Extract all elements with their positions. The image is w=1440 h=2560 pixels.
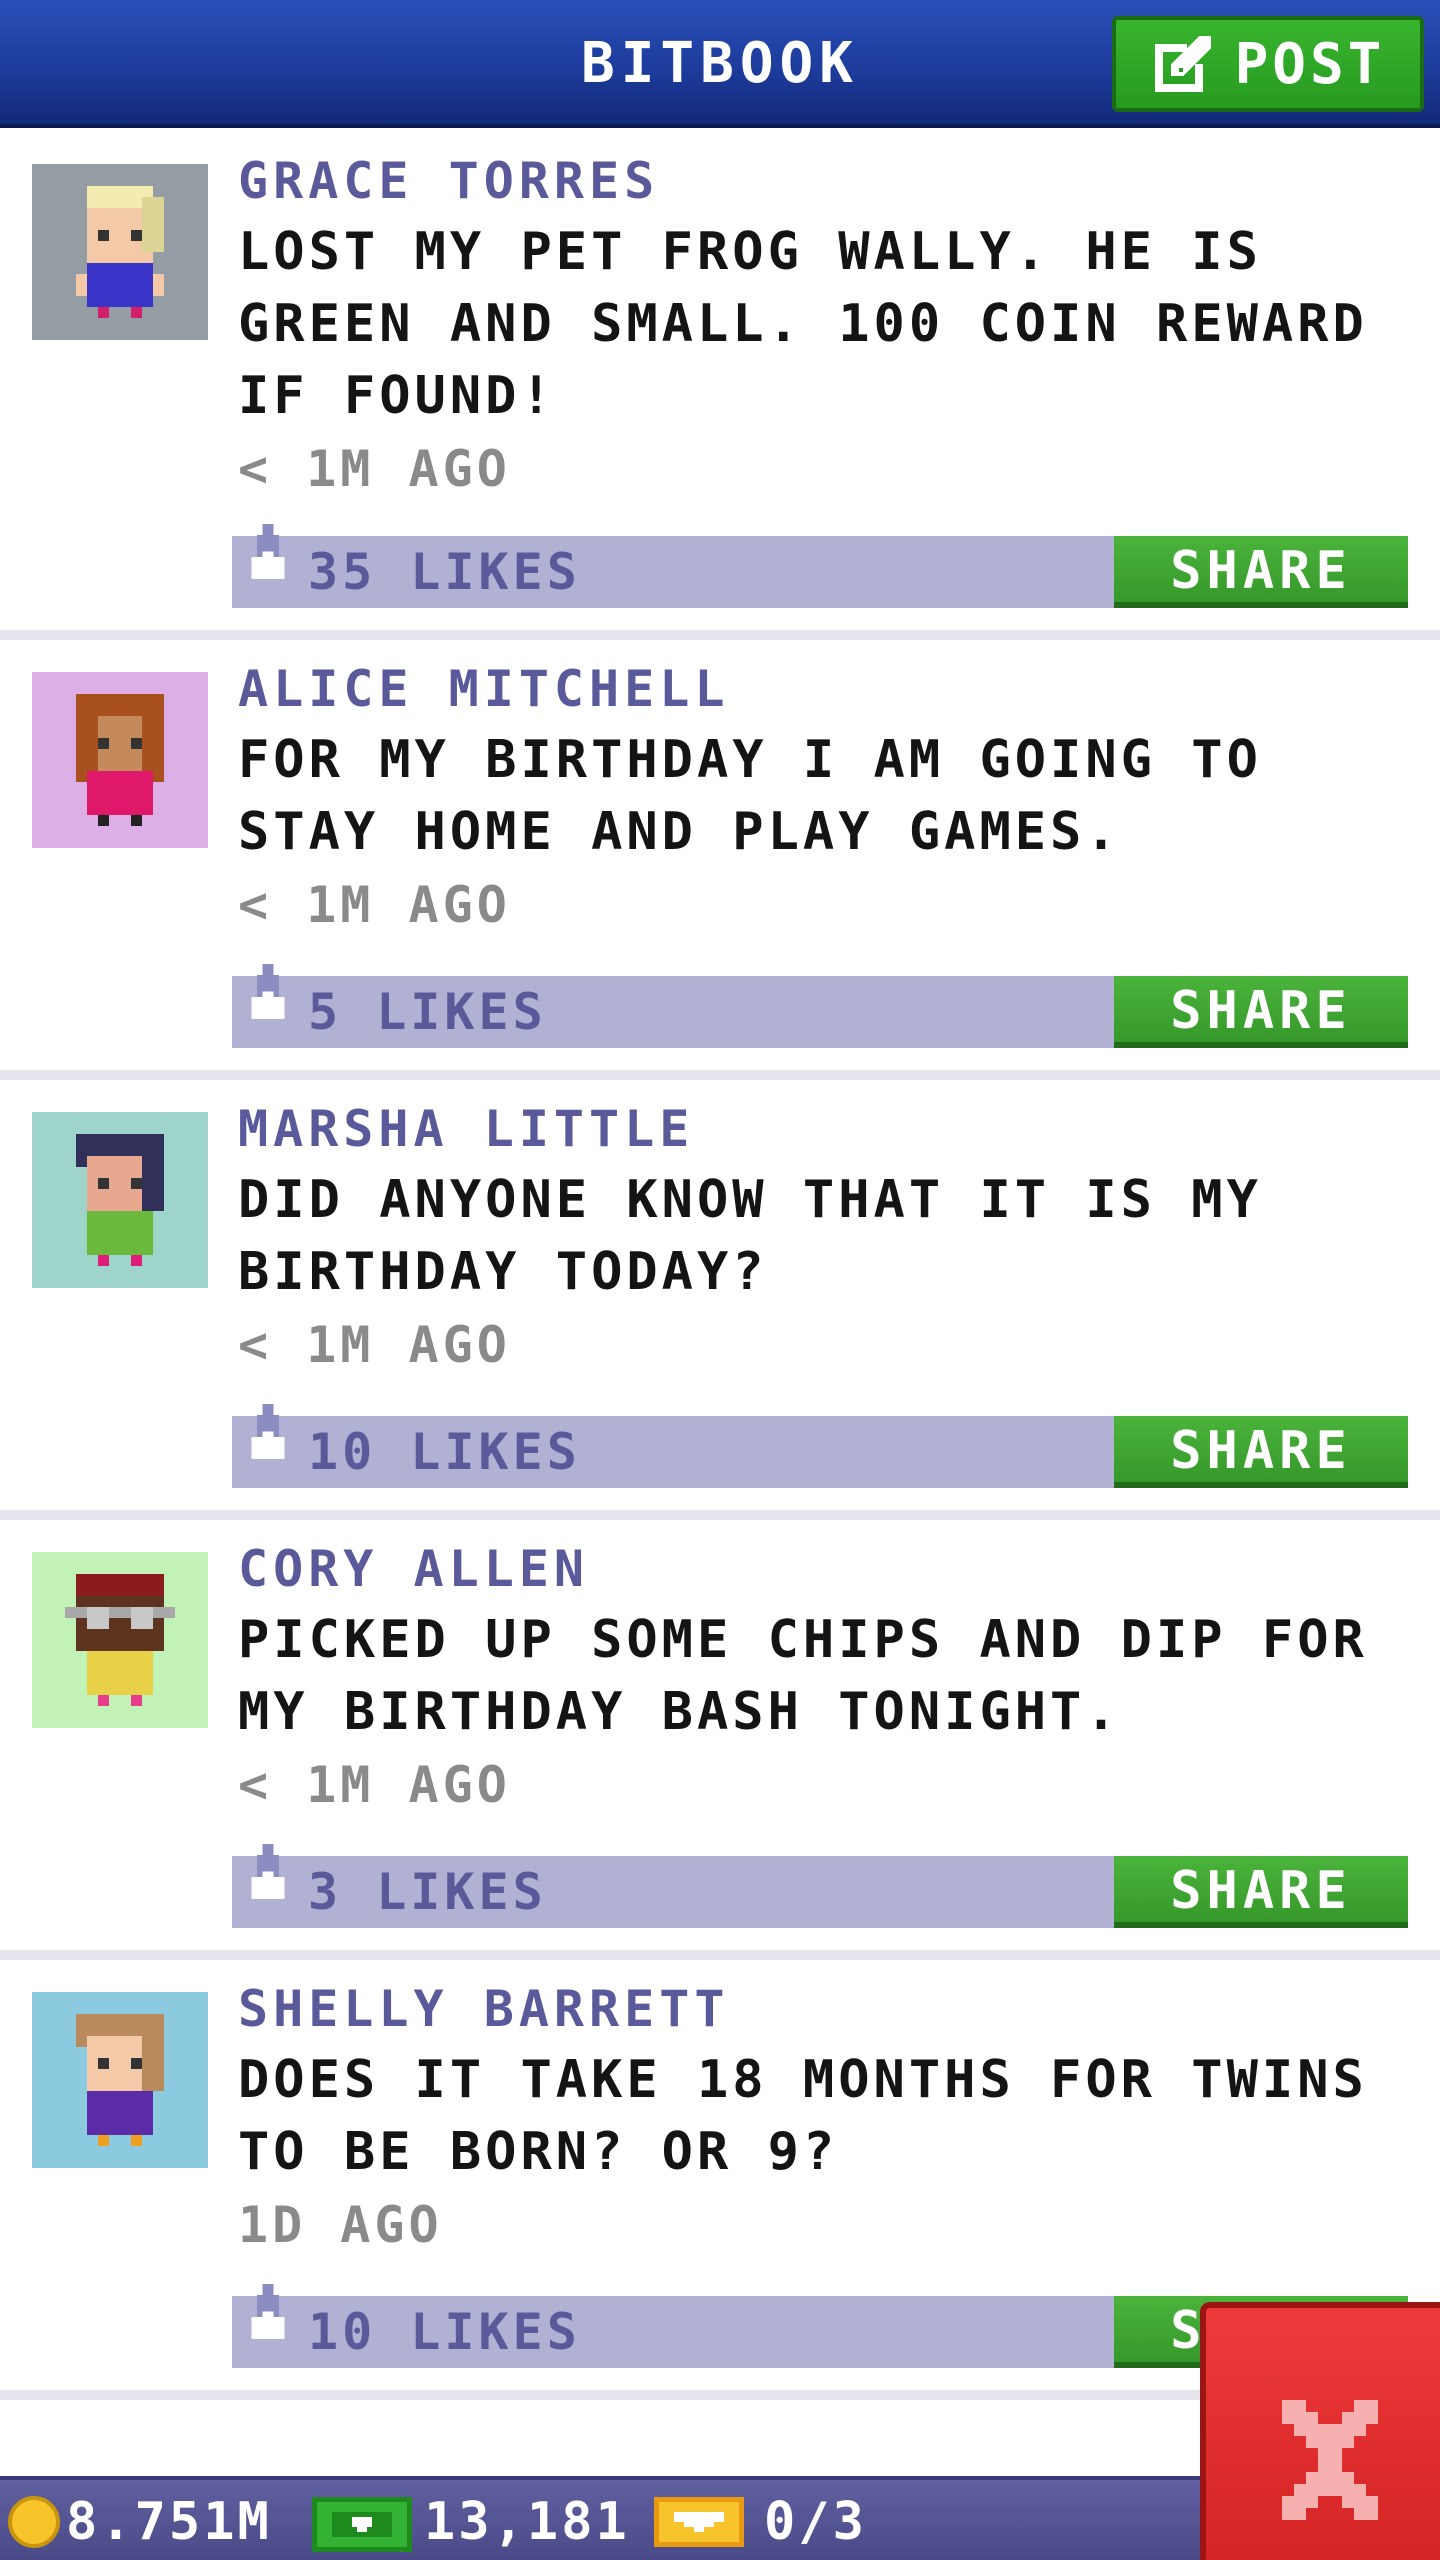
tickets-value: 0/3	[764, 2492, 867, 2552]
share-button[interactable]: SHARE	[1114, 536, 1408, 608]
post-button-label: POST	[1234, 31, 1386, 97]
like-count: 10 LIKES	[308, 2303, 581, 2361]
post-message: DID ANYONE KNOW THAT IT IS MY BIRTHDAY T…	[238, 1170, 1262, 1302]
avatar	[32, 164, 208, 340]
close-icon	[1282, 2400, 1378, 2520]
close-button[interactable]	[1200, 2302, 1440, 2560]
post-message: PICKED UP SOME CHIPS AND DIP FOR MY BIRT…	[238, 1610, 1368, 1742]
feed-post: MARSHA LITTLE DID ANYONE KNOW THAT IT IS…	[0, 1080, 1440, 1520]
post-action-bar: 10 LIKES SHARE	[232, 1404, 1408, 1488]
like-count: 35 LIKES	[308, 543, 581, 601]
ticket-icon	[654, 2497, 744, 2547]
post-button[interactable]: POST	[1112, 16, 1424, 112]
tickets-stat[interactable]: 0/3	[654, 2480, 867, 2560]
post-timestamp: < 1M AGO	[238, 440, 511, 498]
coins-stat: 8.751M	[8, 2480, 272, 2560]
like-icon[interactable]	[246, 1402, 290, 1472]
app-header: BITBOOK POST	[0, 0, 1440, 128]
post-action-bar: 35 LIKES SHARE	[232, 524, 1408, 608]
like-icon[interactable]	[246, 1842, 290, 1912]
bux-stat[interactable]: 13,181	[312, 2480, 630, 2560]
post-divider	[0, 630, 1440, 640]
share-button[interactable]: SHARE	[1114, 1416, 1408, 1488]
share-button[interactable]: SHARE	[1114, 1856, 1408, 1928]
coin-icon	[8, 2496, 60, 2548]
like-icon[interactable]	[246, 522, 290, 592]
share-button[interactable]: SHARE	[1114, 976, 1408, 1048]
post-timestamp: < 1M AGO	[238, 1316, 511, 1374]
post-author[interactable]: GRACE TORRES	[238, 152, 659, 210]
post-author[interactable]: CORY ALLEN	[238, 1540, 589, 1598]
like-count: 10 LIKES	[308, 1423, 581, 1481]
like-count: 3 LIKES	[308, 1863, 547, 1921]
post-action-bar: 3 LIKES SHARE	[232, 1844, 1408, 1928]
post-author[interactable]: ALICE MITCHELL	[238, 660, 729, 718]
post-timestamp: 1D AGO	[238, 2196, 443, 2254]
like-count: 5 LIKES	[308, 983, 547, 1041]
edit-icon	[1154, 36, 1211, 92]
post-message: DOES IT TAKE 18 MONTHS FOR TWINS TO BE B…	[238, 2050, 1368, 2182]
post-divider	[0, 1510, 1440, 1520]
feed-post: ALICE MITCHELL FOR MY BIRTHDAY I AM GOIN…	[0, 640, 1440, 1080]
avatar	[32, 1992, 208, 2168]
post-divider	[0, 1950, 1440, 1960]
coins-value: 8.751M	[66, 2492, 272, 2552]
post-timestamp: < 1M AGO	[238, 876, 511, 934]
post-message: LOST MY PET FROG WALLY. HE IS GREEN AND …	[238, 222, 1368, 426]
post-author[interactable]: SHELLY BARRETT	[238, 1980, 729, 2038]
avatar	[32, 1112, 208, 1288]
like-icon[interactable]	[246, 962, 290, 1032]
like-icon[interactable]	[246, 2282, 290, 2352]
avatar	[32, 672, 208, 848]
post-divider	[0, 1070, 1440, 1080]
avatar	[32, 1552, 208, 1728]
post-author[interactable]: MARSHA LITTLE	[238, 1100, 694, 1158]
bux-icon	[312, 2497, 412, 2552]
feed-post: GRACE TORRES LOST MY PET FROG WALLY. HE …	[0, 132, 1440, 640]
post-message: FOR MY BIRTHDAY I AM GOING TO STAY HOME …	[238, 730, 1262, 862]
post-timestamp: < 1M AGO	[238, 1756, 511, 1814]
post-action-bar: 5 LIKES SHARE	[232, 964, 1408, 1048]
feed-post: CORY ALLEN PICKED UP SOME CHIPS AND DIP …	[0, 1520, 1440, 1960]
bux-value: 13,181	[424, 2492, 630, 2552]
